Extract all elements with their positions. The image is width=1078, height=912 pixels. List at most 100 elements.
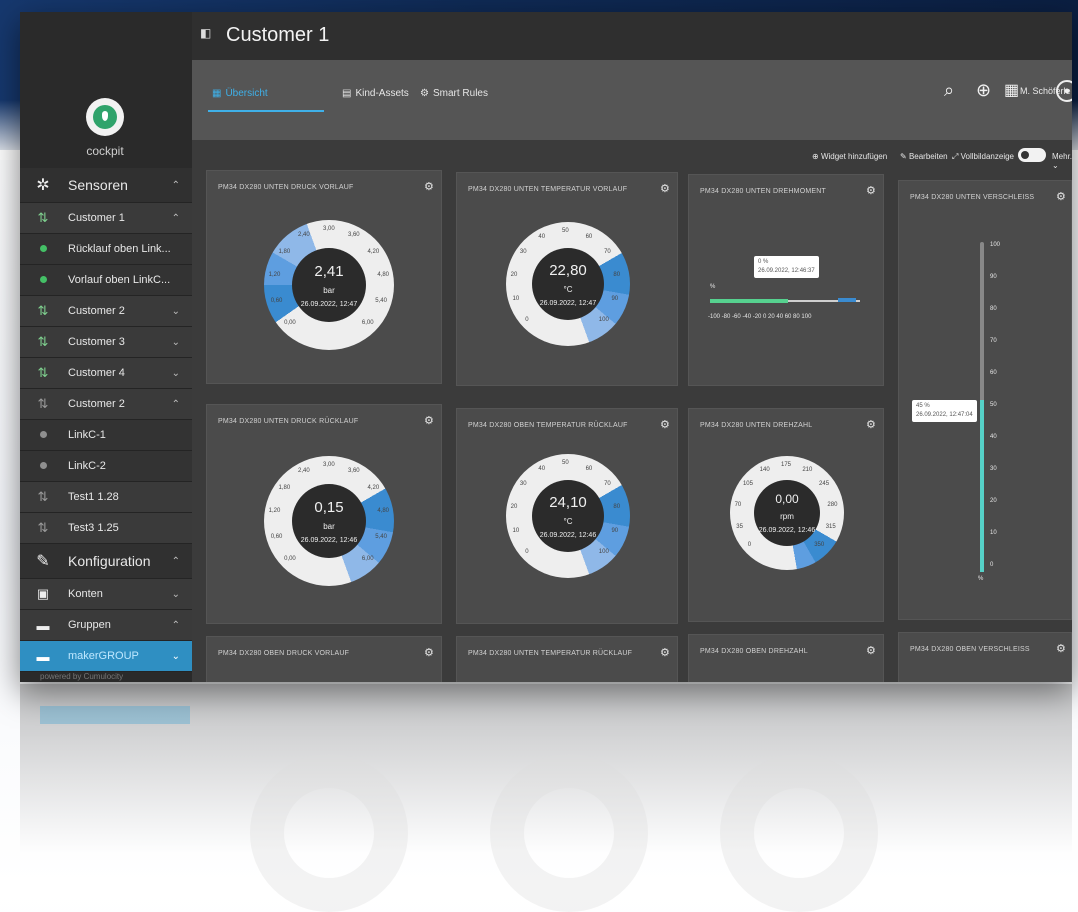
gauge-tick: 6,00 — [361, 555, 374, 562]
sidebar-item-linkc-2[interactable]: LinkC-2 — [20, 451, 192, 482]
sidebar-item-makergroup[interactable]: ▬ makerGROUP ⌄ — [20, 641, 192, 672]
sidebar-item-gruppen[interactable]: ▬ Gruppen ⌃ — [20, 610, 192, 641]
asset-icon: ⇅ — [37, 365, 49, 380]
assets-icon: ▤ — [342, 88, 352, 99]
widget-title: PM34 DX280 UNTEN DREHZAHL — [700, 422, 813, 429]
reflection-ring — [490, 754, 648, 912]
gauge-value: 24,10 — [549, 493, 587, 511]
sidebar-item-test3[interactable]: ⇅ Test3 1.25 — [20, 513, 192, 544]
gauge-tick: 4,20 — [367, 484, 380, 491]
value-tooltip: 0 % 26.09.2022, 12:46:37 — [754, 256, 819, 278]
lock-toggle[interactable] — [1018, 148, 1046, 162]
gauge-tick: 4,80 — [377, 272, 389, 279]
sidebar-item-label: Test3 1.25 — [68, 522, 119, 534]
app-window: cockpit ✲ Sensoren ⌃ ⇅ Customer 1 ⌃ Rück… — [20, 12, 1072, 682]
gauge-tick: 0,00 — [284, 319, 296, 326]
gear-icon[interactable]: ⚙ — [424, 646, 434, 659]
gauge: 24,10 °C 26.09.2022, 12:46 0 10 20 30 40 50 60… — [506, 454, 630, 578]
scale-tick: 100 — [990, 242, 1001, 248]
fullscreen-button[interactable]: ⤢ Vollbildanzeige — [952, 152, 1014, 162]
gauge-tick: 105 — [742, 481, 753, 488]
gauge-tick: 50 — [562, 460, 569, 466]
gear-icon[interactable]: ⚙ — [1056, 642, 1066, 655]
sidebar-item-label: Customer 2 — [68, 305, 125, 317]
rules-icon: ⚙ — [420, 88, 429, 99]
collapse-sidebar-icon[interactable]: ◧ — [200, 26, 211, 40]
value-bar — [710, 299, 788, 303]
sidebar-item-konfiguration[interactable]: ✎ Konfiguration ⌃ — [20, 544, 192, 579]
gauge-tick: 0,00 — [284, 555, 296, 562]
reflection-bar — [40, 706, 190, 724]
sidebar-item-vorlauf[interactable]: Vorlauf oben LinkC... — [20, 265, 192, 296]
app-switcher-icon[interactable]: ▦ — [1004, 80, 1019, 100]
sidebar-item-sensoren[interactable]: ✲ Sensoren ⌃ — [20, 168, 192, 203]
sidebar-item-label: Konten — [68, 588, 103, 600]
cockpit-logo[interactable] — [86, 98, 124, 136]
more-menu[interactable]: Mehr... ⌄ — [1052, 152, 1072, 170]
sidebar-item-konten[interactable]: ▣ Konten ⌄ — [20, 579, 192, 610]
status-dot-icon — [32, 275, 54, 285]
tab-smart-rules[interactable]: ⚙ Smart Rules — [420, 88, 488, 99]
gear-icon[interactable]: ⚙ — [1056, 190, 1066, 203]
more-label: Mehr... — [1052, 152, 1072, 161]
gear-icon[interactable]: ⚙ — [424, 180, 434, 193]
gauge-tick: 35 — [736, 523, 743, 530]
gear-icon[interactable]: ⚙ — [660, 646, 670, 659]
user-avatar-icon[interactable]: ● — [1056, 80, 1072, 102]
gauge-value: 22,80 — [549, 261, 587, 279]
folder-icon: ▬ — [36, 617, 50, 633]
gauge-tick: 0 — [525, 548, 529, 555]
value-tooltip: 45 % 26.09.2022, 12:47:04 — [912, 400, 977, 422]
widget-title: PM34 DX280 OBEN DRUCK VORLAUF — [218, 650, 350, 657]
sidebar-item-test1[interactable]: ⇅ Test1 1.28 — [20, 482, 192, 513]
sidebar-item-customer-4[interactable]: ⇅ Customer 4 ⌄ — [20, 358, 192, 389]
add-widget-button[interactable]: ⊕ Widget hinzufügen — [812, 152, 887, 161]
sidebar-item-customer-3[interactable]: ⇅ Customer 3 ⌄ — [20, 327, 192, 358]
sidebar-item-label: LinkC-2 — [68, 460, 106, 472]
asset-icon: ⇅ — [37, 489, 49, 504]
gauge-tick: 2,40 — [298, 467, 310, 474]
gauge-date: 26.09.2022, 12:46 — [758, 527, 816, 534]
screen-reflection — [20, 684, 1072, 912]
gauge-tick: 70 — [734, 501, 742, 508]
sidebar-item-customer-2[interactable]: ⇅ Customer 2 ⌄ — [20, 296, 192, 327]
gauge-tick: 0,60 — [270, 297, 283, 304]
sidebar-item-customer-1[interactable]: ⇅ Customer 1 ⌃ — [20, 203, 192, 234]
tab-kind-assets[interactable]: ▤ Kind-Assets — [342, 88, 409, 99]
asset-icon: ⇅ — [37, 210, 49, 225]
gauge-tick: 70 — [604, 249, 611, 256]
gauge-center: 22,80 °C 26.09.2022, 12:47 — [532, 248, 604, 320]
asset-icon: ⇅ — [37, 334, 49, 349]
gear-icon[interactable]: ⚙ — [660, 182, 670, 195]
scale-tick: 30 — [990, 466, 997, 472]
gauge-unit: rpm — [780, 512, 794, 521]
widget-oben-verschleiss: PM34 DX280 OBEN VERSCHLEISS ⚙ — [898, 632, 1072, 682]
gear-icon[interactable]: ⚙ — [660, 418, 670, 431]
gauge-tick: 0,60 — [270, 533, 283, 540]
gear-icon[interactable]: ⚙ — [866, 184, 876, 197]
search-icon[interactable]: ⌕ — [944, 80, 954, 101]
sidebar-item-ruecklauf[interactable]: Rücklauf oben Link... — [20, 234, 192, 265]
sidebar-item-label: Test1 1.28 — [68, 491, 119, 503]
drop-icon — [93, 105, 117, 129]
gauge: 2,41 bar 26.09.2022, 12:47 0,00 0,60 1,20 1… — [264, 220, 394, 350]
add-icon[interactable]: ⊕ — [976, 80, 991, 101]
widget-title: PM34 DX280 UNTEN DRUCK RÜCKLAUF — [218, 418, 359, 425]
sidebar-item-customer-2b[interactable]: ⇅ Customer 2 ⌃ — [20, 389, 192, 420]
edit-button[interactable]: ✎ Bearbeiten — [900, 152, 948, 161]
sidebar-item-linkc-1[interactable]: LinkC-1 — [20, 420, 192, 451]
chevron-down-icon: ⌄ — [171, 367, 180, 379]
folder-icon: ▬ — [36, 648, 50, 664]
gear-icon[interactable]: ⚙ — [424, 414, 434, 427]
gauge-tick: 3,00 — [323, 462, 335, 468]
widget-temperatur-ruecklauf-oben: PM34 DX280 OBEN TEMPERATUR RÜCKLAUF ⚙ 24… — [456, 408, 678, 624]
gauge-center: 0,00 rpm 26.09.2022, 12:46 — [754, 480, 820, 546]
gauge-tick: 10 — [512, 296, 520, 303]
tab-uebersicht[interactable]: ▦ Übersicht — [212, 88, 268, 99]
gauge-tick: 210 — [802, 467, 813, 474]
scale-tick: 40 — [990, 434, 997, 440]
gear-icon[interactable]: ⚙ — [866, 418, 876, 431]
gear-icon[interactable]: ⚙ — [866, 644, 876, 657]
chevron-up-icon: ⌃ — [171, 212, 180, 224]
page-title: Customer 1 — [226, 24, 330, 46]
